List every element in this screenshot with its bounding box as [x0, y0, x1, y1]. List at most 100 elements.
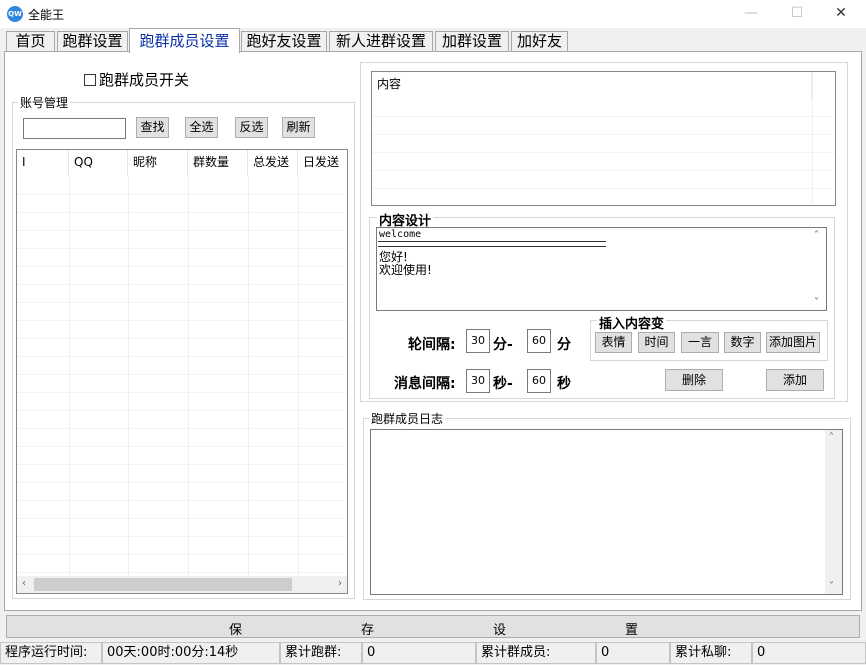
- col-group-count[interactable]: 群数量: [188, 150, 248, 176]
- col-total-sent[interactable]: 总发送: [248, 150, 298, 176]
- msg-separator: 秒-: [493, 376, 513, 392]
- runtime-label: 程序运行时间:: [0, 642, 102, 664]
- interval-label: 轮间隔:: [408, 337, 456, 353]
- tab-home[interactable]: 首页: [6, 31, 55, 52]
- list-header: I QQ 昵称 群数量 总发送 日发送: [17, 150, 347, 176]
- insert-image-button[interactable]: 添加图片: [766, 332, 820, 353]
- interval-to-input[interactable]: 60: [527, 329, 551, 353]
- add-button[interactable]: 添加: [766, 369, 824, 391]
- members-label: 累计群成员:: [476, 642, 596, 664]
- grid-line: [17, 320, 347, 321]
- scroll-down-icon[interactable]: ˅: [829, 581, 834, 592]
- design-line-1: welcome: [379, 229, 422, 240]
- groups-value: 0: [362, 642, 476, 664]
- scroll-up-icon[interactable]: ˄: [814, 230, 819, 241]
- design-separator: [378, 241, 606, 247]
- grid-line: [17, 428, 347, 429]
- scroll-left-icon[interactable]: ‹: [22, 578, 26, 589]
- tab-join-group[interactable]: 加群设置: [435, 31, 509, 52]
- col-qq[interactable]: QQ: [69, 150, 128, 176]
- refresh-button[interactable]: 刷新: [282, 117, 315, 138]
- save-char-3: 设: [493, 623, 507, 638]
- delete-button[interactable]: 删除: [665, 369, 723, 391]
- grid-line: [17, 230, 347, 231]
- log-textarea[interactable]: ˄ ˅: [370, 429, 843, 595]
- status-bar: 程序运行时间: 00天:00时:00分:14秒 累计跑群: 0 累计群成员: 0…: [0, 641, 866, 665]
- insert-variable-title: 插入内容变: [597, 313, 667, 332]
- grid-line: [17, 482, 347, 483]
- select-all-button[interactable]: 全选: [185, 117, 218, 138]
- scroll-thumb[interactable]: [34, 578, 292, 591]
- design-line-3: 欢迎使用!: [379, 263, 432, 277]
- grid-line: [812, 72, 813, 205]
- app-icon: QW: [7, 6, 23, 22]
- col-nickname[interactable]: 昵称: [128, 150, 188, 176]
- grid-line: [17, 572, 347, 573]
- find-button[interactable]: 查找: [136, 117, 169, 138]
- col-daily-sent[interactable]: 日发送: [298, 150, 347, 176]
- content-column-header[interactable]: 内容: [372, 72, 812, 98]
- grid-line: [17, 356, 347, 357]
- tab-newcomer[interactable]: 新人进群设置: [329, 31, 433, 52]
- scroll-down-icon[interactable]: ˅: [814, 297, 819, 308]
- insert-number-button[interactable]: 数字: [724, 332, 761, 353]
- horizontal-scrollbar[interactable]: ‹ ›: [17, 576, 347, 593]
- search-input[interactable]: [23, 118, 126, 139]
- save-char-4: 置: [625, 623, 639, 638]
- grid-line: [128, 176, 129, 576]
- log-title: 跑群成员日志: [369, 410, 446, 427]
- save-char-1: 保: [229, 623, 243, 638]
- invert-selection-button[interactable]: 反选: [235, 117, 268, 138]
- insert-time-button[interactable]: 时间: [638, 332, 675, 353]
- minimize-icon[interactable]: —: [728, 0, 774, 28]
- content-design-textarea[interactable]: welcome 您好! 欢迎使用! ˄ ˅: [376, 227, 827, 311]
- msg-unit: 秒: [557, 376, 571, 392]
- save-settings-button[interactable]: 保 存 设 置: [6, 615, 860, 638]
- grid-line: [17, 248, 347, 249]
- title-bar: QW 全能王 — ☐ ✕: [0, 0, 866, 28]
- msg-interval-label: 消息间隔:: [394, 376, 456, 392]
- tab-group-member[interactable]: 跑群成员设置: [129, 28, 240, 53]
- grid-line: [17, 518, 347, 519]
- grid-line: [17, 266, 347, 267]
- design-vertical-scrollbar[interactable]: ˄ ˅: [810, 228, 826, 310]
- grid-line: [372, 152, 835, 153]
- private-value: 0: [752, 642, 866, 664]
- scroll-right-icon[interactable]: ›: [338, 578, 342, 589]
- member-run-toggle[interactable]: 跑群成员开关: [84, 69, 189, 90]
- tab-add-friend[interactable]: 加好友: [511, 31, 568, 52]
- grid-line: [17, 284, 347, 285]
- msg-to-input[interactable]: 60: [527, 369, 551, 393]
- scroll-up-icon[interactable]: ˄: [829, 432, 834, 443]
- log-vertical-scrollbar[interactable]: ˄ ˅: [825, 430, 842, 594]
- checkbox-icon[interactable]: [84, 74, 96, 86]
- insert-quote-button[interactable]: 一言: [681, 332, 719, 353]
- grid-line: [17, 194, 347, 195]
- grid-line: [372, 134, 835, 135]
- tab-friend-run[interactable]: 跑好友设置: [241, 31, 327, 52]
- grid-line: [17, 446, 347, 447]
- msg-from-input[interactable]: 30: [466, 369, 490, 393]
- grid-line: [372, 170, 835, 171]
- grid-line: [17, 554, 347, 555]
- tab-group-run[interactable]: 跑群设置: [57, 31, 128, 52]
- save-char-2: 存: [361, 623, 375, 638]
- grid-line: [17, 392, 347, 393]
- interval-separator: 分-: [493, 337, 513, 353]
- tab-strip: 首页 跑群设置 跑群成员设置 跑好友设置 新人进群设置 加群设置 加好友: [0, 28, 866, 53]
- grid-line: [17, 338, 347, 339]
- private-label: 累计私聊:: [670, 642, 752, 664]
- interval-from-input[interactable]: 30: [466, 329, 490, 353]
- interval-unit: 分: [557, 337, 571, 353]
- col-index[interactable]: I: [17, 150, 69, 176]
- grid-line: [17, 410, 347, 411]
- grid-line: [17, 536, 347, 537]
- groups-label: 累计跑群:: [280, 642, 362, 664]
- insert-emoji-button[interactable]: 表情: [595, 332, 632, 353]
- account-list[interactable]: I QQ 昵称 群数量 总发送 日发送 ‹ ›: [16, 149, 348, 594]
- content-list[interactable]: 内容: [371, 71, 836, 206]
- maximize-icon[interactable]: ☐: [774, 0, 820, 28]
- account-group-title: 账号管理: [18, 94, 71, 111]
- close-icon[interactable]: ✕: [818, 0, 864, 28]
- grid-line: [372, 116, 835, 117]
